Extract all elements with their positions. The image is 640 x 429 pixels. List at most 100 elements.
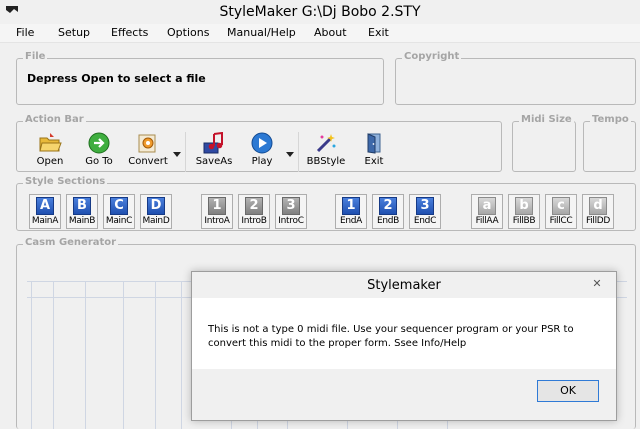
menu-about[interactable]: About — [314, 26, 347, 39]
play-button[interactable]: Play — [241, 132, 283, 180]
file-status-message: Depress Open to select a file — [27, 72, 206, 85]
ok-button[interactable]: OK — [537, 380, 599, 402]
section-enda-button[interactable]: 1 EndA — [335, 194, 367, 229]
section-label: FillAA — [475, 216, 499, 226]
section-mainc-button[interactable]: C MainC — [103, 194, 135, 229]
dialog-footer: OK — [192, 369, 616, 420]
casm-grid-line — [181, 281, 182, 429]
bbstyle-button[interactable]: BBStyle — [305, 132, 347, 180]
saveas-label: SaveAs — [195, 156, 233, 167]
section-tile-icon: B — [73, 197, 91, 215]
play-icon — [251, 132, 273, 154]
style-sections-group: Style Sections A MainA B MainB C MainC D Mai… — [16, 176, 636, 231]
casm-grid-line — [287, 421, 288, 429]
action-bar-label: Action Bar — [23, 114, 86, 125]
dialog-message: This is not a type 0 midi file. Use your… — [208, 324, 574, 349]
menu-manual-help[interactable]: Manual/Help — [227, 26, 296, 39]
section-label: EndC — [413, 216, 437, 226]
section-introa-button[interactable]: 1 IntroA — [201, 194, 233, 229]
exit-label: Exit — [364, 156, 384, 167]
open-folder-icon — [39, 133, 62, 152]
section-tile-icon: a — [478, 197, 496, 215]
play-dropdown-arrow-icon[interactable] — [286, 150, 294, 158]
section-tile-icon: 3 — [416, 197, 434, 215]
section-label: MainA — [31, 216, 59, 226]
menu-setup[interactable]: Setup — [58, 26, 90, 39]
section-label: FillBB — [512, 216, 536, 226]
menu-options[interactable]: Options — [167, 26, 209, 39]
section-label: MainB — [68, 216, 96, 226]
copyright-group: Copyright — [395, 51, 636, 105]
section-label: IntroB — [241, 216, 267, 226]
dialog-title: Stylemaker — [367, 278, 441, 293]
section-tile-icon: b — [515, 197, 533, 215]
section-introc-button[interactable]: 3 IntroC — [275, 194, 307, 229]
section-fillcc-button[interactable]: c FillCC — [545, 194, 577, 229]
section-tile-icon: D — [147, 197, 165, 215]
convert-gear-icon — [138, 134, 156, 153]
toolbar-separator — [298, 132, 299, 172]
toolbar-separator — [185, 132, 186, 172]
open-button[interactable]: Open — [29, 132, 71, 180]
section-tile-icon: 2 — [379, 197, 397, 215]
section-tile-icon: 1 — [208, 197, 226, 215]
close-icon[interactable]: ✕ — [584, 274, 610, 294]
casm-grid-line — [155, 281, 156, 429]
section-maind-button[interactable]: D MainD — [140, 194, 172, 229]
casm-grid-line — [257, 421, 258, 429]
saveas-button[interactable]: SaveAs — [193, 132, 235, 180]
section-label: MainC — [105, 216, 133, 226]
copyright-group-label: Copyright — [402, 51, 462, 62]
section-tile-icon: d — [589, 197, 607, 215]
casm-grid-line — [53, 281, 54, 429]
exit-button[interactable]: Exit — [353, 132, 395, 180]
casm-grid-line — [31, 281, 32, 429]
tempo-group: Tempo — [583, 114, 636, 172]
midi-size-label: Midi Size — [519, 114, 574, 125]
bbstyle-label: BBStyle — [306, 156, 346, 167]
menu-exit[interactable]: Exit — [368, 26, 389, 39]
section-label: EndA — [339, 216, 363, 226]
section-tile-icon: A — [36, 197, 54, 215]
bbstyle-magic-wand-icon — [316, 134, 336, 153]
section-tile-icon: C — [110, 197, 128, 215]
section-fillaa-button[interactable]: a FillAA — [471, 194, 503, 229]
convert-dropdown-arrow-icon[interactable] — [173, 150, 181, 158]
menu-file[interactable]: File — [16, 26, 34, 39]
action-bar-group: Action Bar Open Go To Convert SaveAs Pla… — [16, 114, 502, 172]
dialog-title-bar: Stylemaker ✕ — [192, 272, 616, 298]
goto-arrow-icon — [88, 132, 110, 154]
section-tile-icon: 1 — [342, 197, 360, 215]
error-dialog: Stylemaker ✕ This is not a type 0 midi f… — [191, 271, 617, 421]
casm-grid-line — [447, 421, 448, 429]
section-tile-icon: c — [552, 197, 570, 215]
style-sections-label: Style Sections — [23, 176, 108, 187]
file-group: File Depress Open to select a file — [16, 51, 384, 105]
tempo-label: Tempo — [590, 114, 631, 125]
section-filldd-button[interactable]: d FillDD — [582, 194, 614, 229]
section-mainb-button[interactable]: B MainB — [66, 194, 98, 229]
casm-grid-line — [123, 281, 124, 429]
casm-grid-line — [347, 421, 348, 429]
section-tile-icon: 3 — [282, 197, 300, 215]
window-title: StyleMaker G:\Dj Bobo 2.STY — [219, 4, 421, 20]
section-endc-button[interactable]: 3 EndC — [409, 194, 441, 229]
menu-effects[interactable]: Effects — [111, 26, 148, 39]
section-label: FillDD — [585, 216, 611, 226]
saveas-music-note-icon — [203, 132, 223, 154]
title-bar: StyleMaker G:\Dj Bobo 2.STY — [0, 0, 640, 24]
section-label: FillCC — [549, 216, 573, 226]
casm-grid-line — [231, 421, 232, 429]
section-introb-button[interactable]: 2 IntroB — [238, 194, 270, 229]
convert-label: Convert — [128, 156, 168, 167]
section-fillbb-button[interactable]: b FillBB — [508, 194, 540, 229]
casm-grid-line — [85, 281, 86, 429]
section-maina-button[interactable]: A MainA — [29, 194, 61, 229]
convert-button[interactable]: Convert — [127, 132, 169, 180]
menu-bar: File Setup Effects Options Manual/Help A… — [0, 24, 640, 43]
goto-button[interactable]: Go To — [78, 132, 120, 180]
casm-grid-line — [397, 421, 398, 429]
midi-size-group: Midi Size — [512, 114, 576, 172]
section-label: IntroA — [204, 216, 230, 226]
section-endb-button[interactable]: 2 EndB — [372, 194, 404, 229]
